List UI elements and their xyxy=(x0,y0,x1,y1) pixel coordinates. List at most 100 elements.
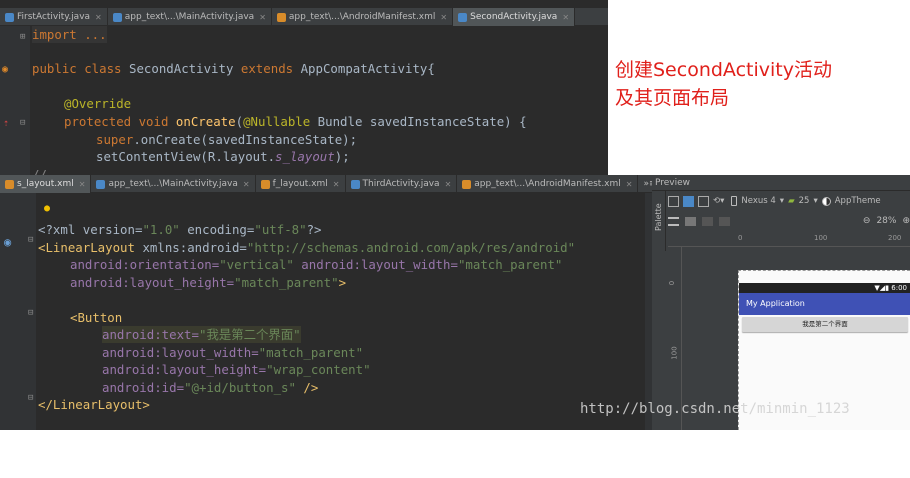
fold-icon[interactable]: ⊟ xyxy=(28,393,33,403)
code-token: "wrap_content" xyxy=(266,362,371,377)
watermark-text: http://blog.csdn.net/minmin_1123 xyxy=(580,401,850,417)
class-marker-icon: ◉ xyxy=(2,64,9,75)
close-icon[interactable]: ✕ xyxy=(333,180,340,189)
code-token: ( xyxy=(235,114,244,129)
code-token: .onCreate(savedInstanceState); xyxy=(133,132,358,147)
close-icon[interactable]: ✕ xyxy=(626,180,633,189)
app-bar: My Application xyxy=(739,293,910,315)
design-view-icon[interactable] xyxy=(668,195,679,207)
close-icon[interactable]: ✕ xyxy=(259,13,266,22)
both-view-icon[interactable] xyxy=(698,195,709,207)
code-token: @Override xyxy=(64,96,132,111)
bulb-icon[interactable]: ● xyxy=(44,203,50,214)
ruler-label: 0 xyxy=(738,234,743,242)
code-line: @Override xyxy=(64,95,131,112)
status-time: 6:00 xyxy=(891,284,907,292)
code-token: extends xyxy=(240,61,301,76)
preview-toolbar-2: ⊖ 28% ⊕ xyxy=(668,212,910,230)
tab-first-activity[interactable]: FirstActivity.java ✕ xyxy=(0,8,108,26)
layout-rtl-icon[interactable] xyxy=(702,216,713,226)
code-line: android:layout_height="match_parent"> xyxy=(70,274,346,291)
close-icon[interactable]: ✕ xyxy=(562,13,569,22)
ruler-label: 100 xyxy=(814,234,828,242)
annotation-line: 及其页面布局 xyxy=(615,87,730,109)
override-marker-icon: ⇡ xyxy=(3,118,10,129)
code-token: > xyxy=(338,275,347,290)
code-token: xmlns:android= xyxy=(142,240,247,255)
app-title: My Application xyxy=(746,299,805,308)
layout-icon[interactable] xyxy=(668,216,679,226)
code-token: android:id= xyxy=(102,380,185,395)
bottom-code-area[interactable]: ● ◉ ⊟ ⊟ ⊟ <?xml version="1.0" encoding="… xyxy=(0,193,652,430)
code-token: android:layout_width= xyxy=(293,257,458,272)
preview-button[interactable]: 我是第二个界面 xyxy=(742,317,908,332)
close-icon[interactable]: ✕ xyxy=(95,13,102,22)
ruler-label: 100 xyxy=(670,346,679,360)
code-token: "@+id/button_s" xyxy=(184,380,296,395)
close-icon[interactable]: ✕ xyxy=(79,180,86,189)
tab-main-activity[interactable]: app_text\...\MainActivity.java ✕ xyxy=(108,8,272,26)
top-tab-bar: FirstActivity.java ✕ app_text\...\MainAct… xyxy=(0,8,608,26)
close-icon[interactable]: ✕ xyxy=(440,13,447,22)
tab-s-layout[interactable]: s_layout.xml ✕ xyxy=(0,175,92,193)
layout-file-icon xyxy=(5,179,14,189)
java-class-icon xyxy=(112,12,122,22)
code-token: @Nullable xyxy=(243,114,311,129)
screenshot-icon[interactable] xyxy=(685,216,696,226)
warning-icon[interactable] xyxy=(719,216,730,226)
blueprint-view-icon[interactable] xyxy=(683,195,694,207)
code-token: super xyxy=(96,132,134,147)
fold-icon[interactable]: ⊟ xyxy=(28,235,33,245)
zoom-in-icon[interactable]: ⊕ xyxy=(902,216,910,226)
code-token: AppCompatActivity{ xyxy=(300,61,435,76)
tab-second-activity[interactable]: SecondActivity.java ✕ xyxy=(453,8,576,26)
tab-android-manifest[interactable]: app_text\...\AndroidManifest.xml ✕ xyxy=(272,8,454,26)
close-icon[interactable]: ✕ xyxy=(445,180,452,189)
code-line: </LinearLayout> xyxy=(38,396,150,413)
code-token: ?> xyxy=(306,222,322,237)
tab-f-layout[interactable]: f_layout.xml ✕ xyxy=(256,175,346,193)
code-token: "utf-8" xyxy=(254,222,307,237)
code-line: android:id="@+id/button_s" /> xyxy=(102,379,318,396)
orientation-icon[interactable]: ⟲▾ xyxy=(713,196,724,206)
fold-icon[interactable]: ⊟ xyxy=(28,308,33,318)
zoom-out-icon[interactable]: ⊖ xyxy=(863,216,871,226)
import-statement[interactable]: import ... xyxy=(32,27,107,42)
class-marker-icon: ◉ xyxy=(4,235,12,249)
tab-label: f_layout.xml xyxy=(272,179,328,189)
tab-label: SecondActivity.java xyxy=(470,12,558,22)
palette-label: Palette xyxy=(654,203,663,231)
code-token: android:text= xyxy=(102,327,199,342)
code-line: protected void onCreate(@Nullable Bundle… xyxy=(64,113,527,130)
java-class-icon xyxy=(96,179,106,189)
ruler-label: 0 xyxy=(668,280,677,286)
device-selector[interactable]: Nexus 4 xyxy=(741,196,775,206)
fold-icon[interactable]: ⊟ xyxy=(20,118,25,128)
tab-third-activity[interactable]: ThirdActivity.java ✕ xyxy=(346,175,458,193)
code-line: android:text="我是第二个界面" xyxy=(102,326,301,343)
horizontal-ruler: 0 100 200 xyxy=(668,233,910,247)
api-selector[interactable]: 25 xyxy=(799,196,810,206)
close-icon[interactable]: ✕ xyxy=(243,180,250,189)
device-phone-icon xyxy=(731,196,738,206)
code-line: setContentView(R.layout.s_layout); xyxy=(96,148,350,165)
java-class-icon xyxy=(5,12,14,22)
code-token: encoding= xyxy=(179,222,255,237)
tab-android-manifest[interactable]: app_text\...\AndroidManifest.xml ✕ xyxy=(457,175,639,193)
bottom-editor: s_layout.xml ✕ app_text\...\MainActivity.… xyxy=(0,175,662,430)
annotation-note: 创建SecondActivity活动 及其页面布局 xyxy=(615,56,832,112)
top-editor: FirstActivity.java ✕ app_text\...\MainAct… xyxy=(0,0,608,182)
editor-scrollbar[interactable] xyxy=(644,193,652,430)
top-code-area[interactable]: ⊞ ◉ ⇡ ⊟ import ... public class SecondAc… xyxy=(0,26,608,182)
tab-label: FirstActivity.java xyxy=(17,12,91,22)
code-line: <?xml version="1.0" encoding="utf-8"?> xyxy=(38,221,322,238)
theme-selector[interactable]: AppTheme xyxy=(835,196,881,206)
code-token: /> xyxy=(295,380,319,395)
tab-main-activity[interactable]: app_text\...\MainActivity.java ✕ xyxy=(91,175,256,193)
palette-side-tab[interactable]: Palette xyxy=(652,191,666,251)
code-token: onCreate xyxy=(175,114,236,129)
fold-icon[interactable]: ⊞ xyxy=(20,32,25,42)
code-token: android:orientation= xyxy=(70,257,220,272)
java-class-icon xyxy=(350,179,360,189)
code-token: setContentView(R.layout. xyxy=(96,149,276,164)
